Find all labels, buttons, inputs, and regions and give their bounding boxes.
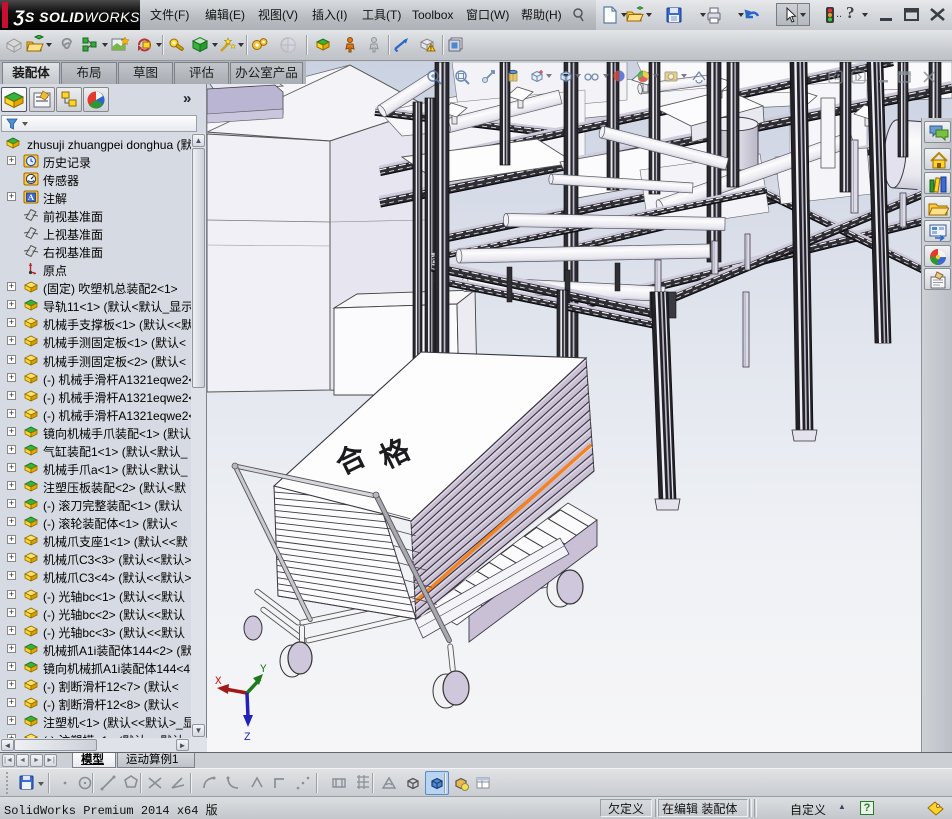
svg-text:!: ! bbox=[430, 46, 432, 53]
svg-text:Y: Y bbox=[260, 664, 267, 676]
svg-text:A: A bbox=[28, 192, 35, 202]
svg-text:Z: Z bbox=[244, 732, 251, 744]
svg-text:X: X bbox=[215, 676, 222, 688]
